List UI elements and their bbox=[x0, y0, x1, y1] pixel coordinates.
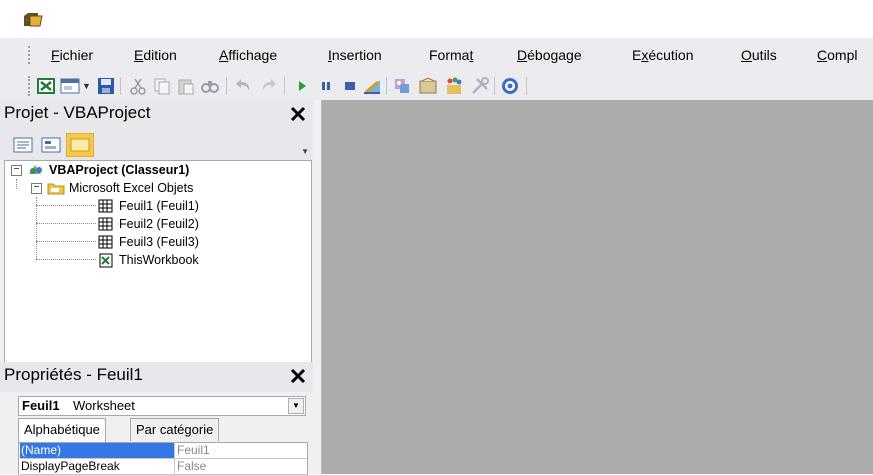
property-row[interactable]: (Name) Feuil1 bbox=[19, 443, 307, 459]
property-row[interactable]: DisplayPageBreak False bbox=[19, 459, 307, 475]
project-pane-toolbar: ▼ bbox=[0, 130, 313, 160]
project-explorer-icon[interactable] bbox=[392, 76, 412, 96]
worksheet-icon bbox=[98, 199, 113, 213]
title-bar bbox=[0, 0, 873, 38]
object-browser-icon[interactable] bbox=[444, 76, 464, 96]
code-window-area[interactable] bbox=[322, 100, 873, 474]
run-icon[interactable] bbox=[292, 76, 312, 96]
project-pane-header[interactable]: Projet - VBAProject bbox=[0, 100, 313, 130]
object-selector-dropdown-icon[interactable]: ▼ bbox=[288, 398, 304, 414]
project-toolbar-overflow-icon[interactable]: ▼ bbox=[301, 147, 309, 156]
project-pane-close-icon[interactable] bbox=[287, 103, 309, 125]
excel-view-icon[interactable] bbox=[36, 76, 56, 96]
property-name: (Name) bbox=[20, 443, 175, 459]
standard-toolbar: ▼ bbox=[0, 72, 873, 100]
menubar-grip[interactable] bbox=[28, 46, 33, 64]
workbook-icon bbox=[99, 253, 113, 268]
break-icon[interactable] bbox=[316, 76, 336, 96]
design-mode-icon[interactable] bbox=[362, 76, 382, 96]
object-selector[interactable]: Feuil1 Worksheet ▼ bbox=[18, 396, 306, 416]
copy-icon[interactable] bbox=[152, 76, 172, 96]
toolbox-icon[interactable] bbox=[470, 76, 490, 96]
tab-alphabetique[interactable]: Alphabétique bbox=[18, 418, 106, 443]
find-icon[interactable] bbox=[200, 76, 220, 96]
properties-grid: (Name) Feuil1 DisplayPageBreak False bbox=[18, 442, 308, 475]
cut-icon[interactable] bbox=[128, 76, 148, 96]
vba-editor-app-icon[interactable] bbox=[22, 10, 44, 30]
menu-compléments[interactable]: Compl bbox=[817, 38, 857, 72]
properties-pane-title: Propriétés - Feuil1 bbox=[4, 365, 143, 384]
menu-debogage[interactable]: Débogage bbox=[517, 38, 582, 72]
property-name: DisplayPageBreak bbox=[20, 459, 175, 475]
worksheet-icon bbox=[98, 217, 113, 231]
menu-bar: Fichier Edition Affichage Insertion Form… bbox=[0, 38, 873, 73]
menu-fichier[interactable]: Fichier bbox=[51, 38, 93, 72]
menu-affichage[interactable]: Affichage bbox=[219, 38, 277, 72]
menu-format[interactable]: Format bbox=[429, 38, 473, 72]
toolbar-grip[interactable] bbox=[28, 76, 33, 96]
reset-icon[interactable] bbox=[340, 76, 360, 96]
menu-insertion[interactable]: Insertion bbox=[328, 38, 382, 72]
property-value[interactable]: False bbox=[175, 459, 307, 475]
tab-par-categorie[interactable]: Par catégorie bbox=[130, 418, 220, 441]
insert-userform-icon[interactable] bbox=[60, 76, 80, 96]
menu-outils[interactable]: Outils bbox=[741, 38, 777, 72]
menu-edition[interactable]: Edition bbox=[134, 38, 177, 72]
folder-icon bbox=[47, 183, 65, 195]
view-code-icon[interactable] bbox=[12, 135, 34, 155]
worksheet-icon bbox=[98, 235, 113, 249]
help-icon[interactable] bbox=[500, 76, 520, 96]
toggle-folders-icon[interactable] bbox=[66, 133, 94, 157]
properties-tabs: Alphabétique Par catégorie bbox=[18, 418, 308, 443]
properties-icon[interactable] bbox=[418, 76, 438, 96]
project-pane-title: Projet - VBAProject bbox=[4, 103, 151, 122]
redo-icon[interactable] bbox=[258, 76, 278, 96]
property-value[interactable]: Feuil1 bbox=[175, 443, 307, 459]
properties-pane-header[interactable]: Propriétés - Feuil1 bbox=[0, 362, 313, 392]
view-object-icon[interactable] bbox=[40, 135, 62, 155]
menu-execution[interactable]: Exécution bbox=[632, 38, 694, 72]
project-tree: − VBAProject (Classeur1) − Microsoft Exc… bbox=[4, 160, 312, 370]
paste-icon[interactable] bbox=[176, 76, 196, 96]
left-dock: Projet - VBAProject ▼ − VBAProject (Clas… bbox=[0, 100, 322, 475]
undo-icon[interactable] bbox=[234, 76, 254, 96]
properties-pane-close-icon[interactable] bbox=[287, 365, 309, 387]
vbaproject-icon bbox=[29, 165, 42, 174]
save-icon[interactable] bbox=[96, 76, 116, 96]
tree-collapse-root[interactable]: − bbox=[11, 165, 22, 176]
tree-collapse-folder[interactable]: − bbox=[31, 183, 42, 194]
